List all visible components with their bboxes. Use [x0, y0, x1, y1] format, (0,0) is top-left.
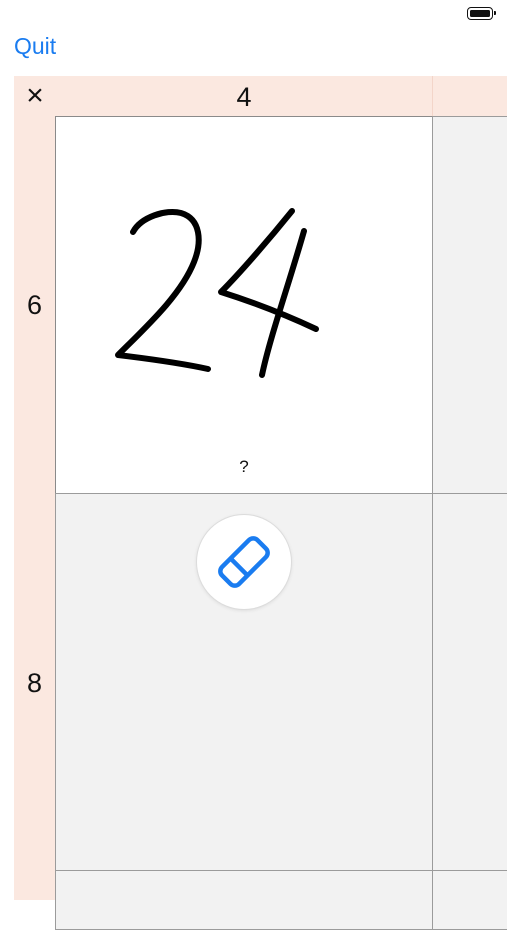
- header-divider: [432, 76, 433, 116]
- column-header-row: × 4: [14, 76, 507, 116]
- hint-text: ?: [239, 457, 249, 476]
- quit-button[interactable]: Quit: [14, 32, 56, 60]
- multiplication-grid: × 4 6 8 ?: [0, 76, 507, 930]
- row-header-0: 6: [26, 290, 43, 320]
- answer-cell-active[interactable]: ?: [55, 116, 433, 494]
- answer-cell[interactable]: [432, 870, 507, 930]
- row-header-1: 8: [26, 668, 43, 698]
- row-header-column: [14, 116, 55, 900]
- answer-cell[interactable]: [432, 493, 507, 871]
- eraser-icon: [218, 536, 270, 588]
- status-bar: [0, 0, 507, 30]
- eraser-button[interactable]: [197, 515, 291, 609]
- handwritten-answer-24: [115, 208, 319, 378]
- answer-cell[interactable]: [432, 116, 507, 494]
- battery-icon: [467, 7, 496, 20]
- multiply-icon: ×: [26, 79, 44, 112]
- column-header-0: 4: [236, 82, 252, 112]
- answer-cell[interactable]: [55, 870, 433, 930]
